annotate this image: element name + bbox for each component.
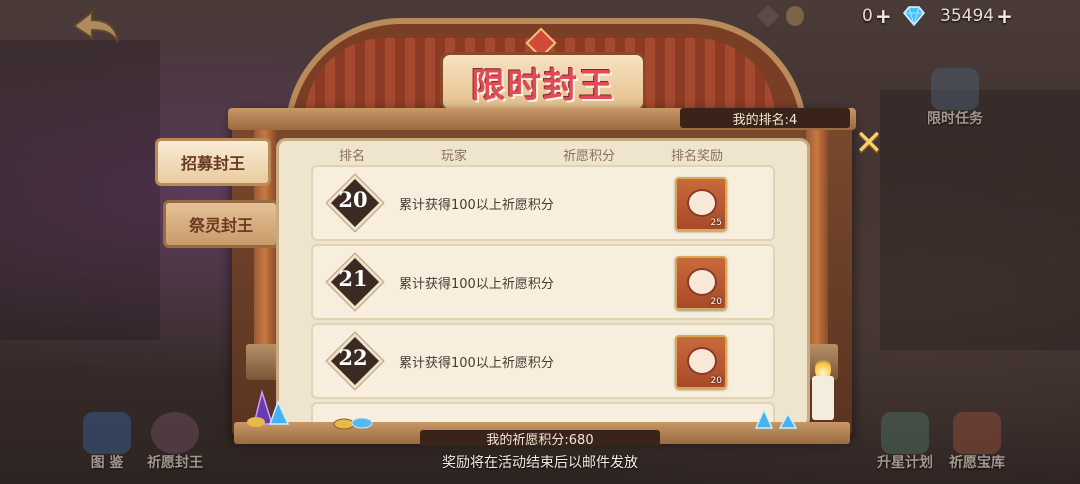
back-button[interactable] (70, 8, 122, 48)
crystal-cluster-icon (247, 389, 290, 427)
side-item-book[interactable]: 图 鉴 (72, 412, 142, 472)
bg-wall-left (0, 40, 160, 340)
coin-pile-icon (333, 417, 373, 430)
page-title: 限时封王 (471, 65, 615, 106)
title-banner: 限时封王 (440, 52, 646, 112)
my-rank-label: 我的排名:4 (680, 108, 850, 128)
reward-card[interactable]: 20 (675, 335, 727, 389)
reward-card-icon (687, 347, 717, 375)
side-label-treasure: 祈愿宝库 (949, 455, 1005, 471)
side-item-wish-king[interactable]: 祈愿封王 (140, 412, 210, 472)
header-score: 祈愿积分 (563, 149, 616, 164)
book-icon (83, 412, 131, 454)
ranking-panel: 排名 玩家 祈愿积分 排名奖励 20 累计获得100以上祈愿积分 25 21 累… (276, 138, 810, 428)
close-icon: ✕ (854, 123, 884, 163)
reward-card[interactable]: 25 (675, 177, 727, 231)
table-row: 20 累计获得100以上祈愿积分 25 (311, 165, 775, 241)
row-description: 累计获得100以上祈愿积分 (399, 277, 554, 292)
header-player: 玩家 (441, 149, 468, 164)
item-count: 0 (862, 6, 873, 26)
close-button[interactable]: ✕ (852, 126, 886, 160)
item-add-button[interactable]: + (875, 4, 892, 28)
rank-number: 21 (338, 266, 368, 291)
row-description: 累计获得100以上祈愿积分 (399, 356, 554, 371)
tab-label: 招募封王 (180, 154, 245, 173)
header-rank: 排名 (339, 149, 366, 164)
side-label-book: 图 鉴 (90, 455, 124, 471)
table-row: 21 累计获得100以上祈愿积分 20 (311, 244, 775, 320)
side-item-star-up[interactable]: 升星计划 (870, 412, 940, 472)
side-label-star-up: 升星计划 (877, 455, 933, 471)
rank-number: 20 (338, 187, 368, 212)
diamond-add-button[interactable]: + (996, 4, 1013, 28)
reward-card[interactable]: 20 (675, 256, 727, 310)
star-up-icon (881, 412, 929, 454)
header-reward: 排名奖励 (671, 149, 724, 164)
side-label-timed-task: 限时任务 (927, 111, 983, 127)
side-item-timed-task[interactable]: 限时任务 (920, 68, 990, 128)
crown-icon (151, 412, 199, 454)
table-row: 22 累计获得100以上祈愿积分 20 (311, 323, 775, 399)
task-icon (931, 68, 979, 110)
reward-count: 20 (710, 297, 722, 307)
my-score-label: 我的祈愿积分:680 (420, 430, 660, 448)
diamond-count: 35494 (940, 6, 995, 26)
item-count-display: 0 + (862, 4, 892, 28)
treasure-icon (953, 412, 1001, 454)
item-resource (756, 4, 804, 28)
tab-label: 祭灵封王 (188, 216, 253, 235)
mail-notice: 奖励将在活动结束后以邮件发放 (442, 455, 638, 471)
coin-icon (786, 6, 804, 26)
reward-card-icon (687, 189, 717, 217)
diamond-display: 35494 + (902, 4, 1013, 28)
candle-icon (812, 376, 834, 420)
diamond-icon (903, 6, 925, 26)
bg-wall-right (880, 90, 1080, 350)
reward-count: 20 (710, 376, 722, 386)
side-label-wish-king: 祈愿封王 (147, 455, 203, 471)
tab-recruit-king[interactable]: 招募封王 (155, 138, 271, 186)
tab-sacrifice-king[interactable]: 祭灵封王 (163, 200, 279, 248)
crystal-small-icon (754, 408, 798, 429)
reward-card-icon (687, 268, 717, 296)
trophy-icon (756, 4, 780, 28)
back-arrow-icon (72, 9, 119, 43)
side-item-treasure[interactable]: 祈愿宝库 (942, 412, 1012, 472)
reward-count: 25 (710, 218, 722, 228)
row-description: 累计获得100以上祈愿积分 (399, 198, 554, 213)
rank-number: 22 (338, 345, 368, 370)
table-header: 排名 玩家 祈愿积分 排名奖励 (279, 145, 807, 165)
